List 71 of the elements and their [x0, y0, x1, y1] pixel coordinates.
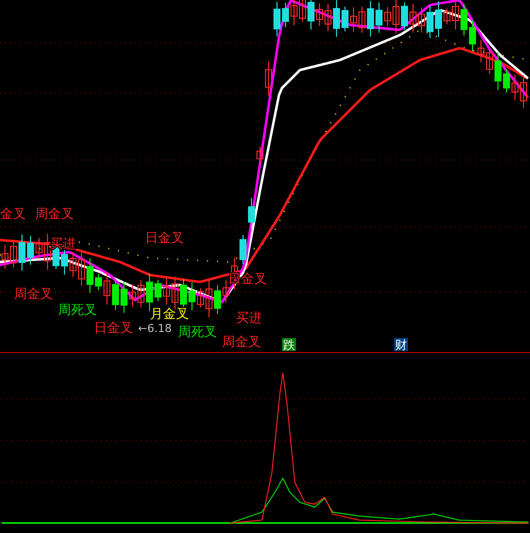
candlestick: [299, 0, 306, 22]
candlestick: [503, 68, 510, 94]
low-price-label: ←6.18: [138, 322, 172, 335]
candlestick: [290, 0, 298, 26]
candlestick: [358, 6, 366, 34]
signal-label: 月金叉: [150, 307, 189, 322]
signal-label: 买进: [236, 311, 262, 326]
candlestick: [256, 146, 264, 164]
candlestick: [316, 2, 323, 26]
candlestick: [104, 271, 110, 306]
candlestick: [392, 0, 400, 34]
candlestick: [197, 288, 204, 308]
signal-label: 周死叉: [58, 303, 97, 318]
candlestick: [478, 40, 484, 63]
candlestick: [120, 280, 128, 314]
candlestick: [44, 233, 51, 270]
candlestick: [469, 20, 476, 52]
signal-label: 日金叉: [94, 321, 133, 336]
candlestick: [486, 48, 493, 74]
candlestick: [282, 2, 289, 28]
candlestick: [418, 6, 425, 34]
candlestick: [36, 237, 42, 260]
marker-tag: 跌: [282, 338, 296, 352]
candlestick: [367, 0, 374, 37]
candlestick: [376, 2, 382, 34]
candlestick: [426, 6, 434, 38]
marker-tag: 财: [394, 338, 408, 352]
candlestick: [410, 3, 416, 33]
candlestick: [154, 279, 162, 302]
candlestick: [70, 252, 76, 278]
candlestick: [18, 234, 26, 272]
candlestick: [460, 3, 468, 36]
candlestick: [188, 282, 196, 311]
candlestick: [10, 241, 17, 268]
candlestick: [401, 2, 408, 30]
candlestick: [27, 235, 34, 266]
signal-label: 日金叉: [228, 272, 267, 287]
candlestick: [452, 0, 459, 30]
candlestick: [274, 1, 280, 37]
candlestick: [112, 278, 119, 310]
candlestick: [308, 0, 314, 30]
signal-label: 金叉: [0, 207, 26, 222]
candlestick: [265, 61, 272, 96]
candlestick: [333, 0, 340, 38]
candlestick: [214, 284, 221, 315]
candlestick: [342, 6, 348, 32]
candlestick: [240, 234, 246, 265]
signal-label: 周金叉: [14, 287, 53, 302]
candlestick: [222, 280, 230, 304]
candlestick: [435, 0, 442, 38]
signal-label: 周死叉: [178, 325, 217, 340]
candlestick: [163, 277, 170, 306]
candlestick: [324, 3, 332, 32]
candlestick: [512, 74, 518, 101]
candlestick: [95, 273, 102, 291]
candlestick: [129, 284, 136, 308]
candlestick: [86, 258, 94, 294]
candlestick: [78, 252, 85, 286]
candlestick: [206, 280, 212, 318]
candlestick: [138, 280, 144, 308]
signal-label: 日金叉: [145, 231, 184, 246]
candlestick: [520, 74, 527, 109]
candlestick: [231, 257, 238, 290]
candlestick: [2, 244, 8, 270]
signal-label: 周金叉: [35, 207, 74, 222]
candlestick: [494, 52, 502, 90]
signal-label: 周金叉: [222, 335, 261, 350]
candlestick: [248, 197, 255, 232]
candlestick: [350, 6, 357, 32]
candlestick: [384, 6, 391, 26]
candlestick: [444, 8, 450, 25]
